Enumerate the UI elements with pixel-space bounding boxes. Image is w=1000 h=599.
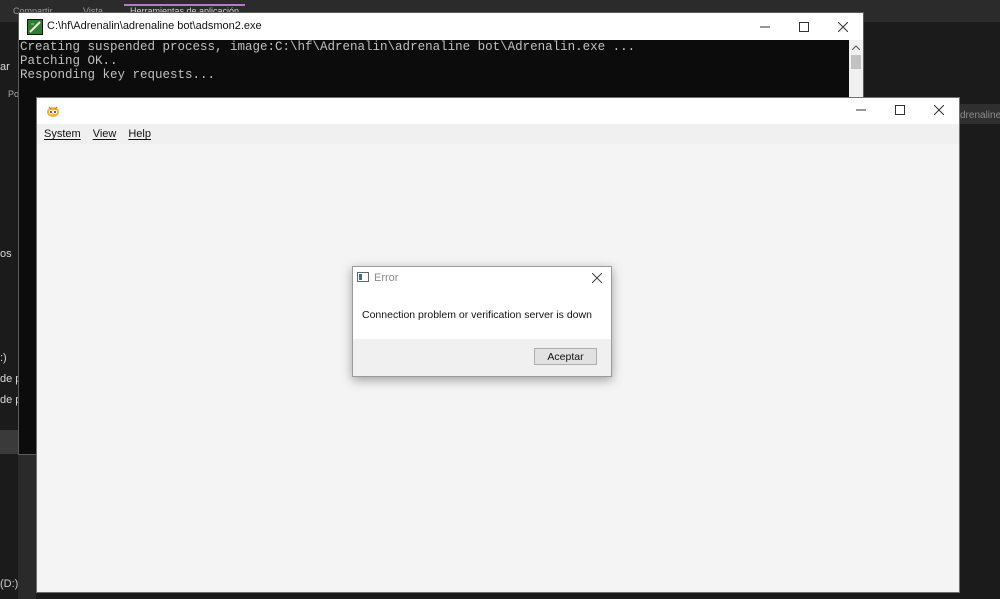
- app-minimize-button[interactable]: [842, 98, 880, 122]
- background-drive-label: (D:): [0, 578, 19, 590]
- window-icon: [357, 272, 369, 282]
- console-titlebar[interactable]: C:\hf\Adrenalin\adrenaline bot\adsmon2.e…: [19, 13, 863, 40]
- dialog-close-button[interactable]: [587, 269, 607, 287]
- dialog-footer: Aceptar: [353, 339, 611, 376]
- maximize-icon: [799, 21, 809, 32]
- scrollbar-thumb[interactable]: [851, 55, 861, 69]
- background-column: [18, 455, 36, 599]
- background-text-ar: ar: [0, 61, 10, 73]
- app-close-button[interactable]: [920, 98, 958, 122]
- console-line: Creating suspended process, image:C:\hf\…: [20, 40, 636, 54]
- app-maximize-button[interactable]: [881, 98, 919, 122]
- console-minimize-button[interactable]: [745, 13, 785, 40]
- background-panel: [0, 430, 20, 454]
- console-line: Responding key requests...: [20, 68, 216, 82]
- aceptar-button[interactable]: Aceptar: [534, 348, 597, 365]
- dialog-message: Connection problem or verification serve…: [362, 309, 592, 321]
- menu-system[interactable]: System: [44, 128, 81, 140]
- console-maximize-button[interactable]: [784, 13, 824, 40]
- minimize-icon: [760, 26, 770, 27]
- app-titlebar[interactable]: [37, 98, 959, 124]
- menu-view[interactable]: View: [93, 128, 117, 140]
- maximize-icon: [895, 105, 905, 115]
- dialog-title: Error: [374, 272, 399, 284]
- console-line: Patching OK..: [20, 54, 118, 68]
- error-dialog[interactable]: Error Connection problem or verification…: [352, 266, 612, 377]
- background-text-drive: :): [0, 352, 7, 364]
- console-app-icon: [27, 19, 43, 35]
- console-close-button[interactable]: [823, 13, 863, 40]
- close-icon: [592, 273, 602, 283]
- close-icon: [934, 105, 944, 115]
- background-address-text: drenaline: [960, 110, 1000, 121]
- scroll-up-arrow-icon[interactable]: [849, 40, 863, 54]
- app-menubar: System View Help: [37, 124, 959, 144]
- console-title: C:\hf\Adrenalin\adrenaline bot\adsmon2.e…: [47, 20, 262, 32]
- menu-help[interactable]: Help: [128, 128, 151, 140]
- console-output: Creating suspended process, image:C:\hf\…: [19, 40, 635, 82]
- adrenalin-app-icon: [45, 104, 61, 118]
- dialog-titlebar[interactable]: Error: [353, 267, 611, 289]
- minimize-icon: [856, 109, 866, 111]
- background-text-os: os: [0, 248, 12, 260]
- close-icon: [838, 21, 848, 32]
